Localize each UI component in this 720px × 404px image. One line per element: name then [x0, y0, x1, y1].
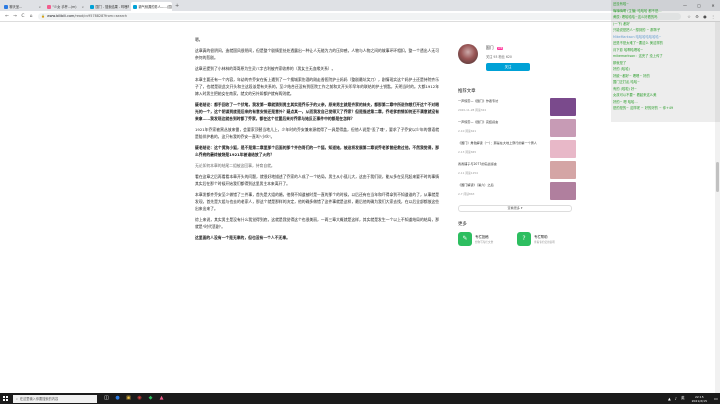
- taskbar-search[interactable]: ⌕ 在这里输入你要搜索的内容: [13, 394, 97, 403]
- taskbar-app-icon[interactable]: ◫: [101, 393, 112, 404]
- search-icon: ⌕: [16, 396, 18, 401]
- recommend-item[interactable]: 一声惊雷—《国门》完结感言 2-10 阅读621: [458, 119, 578, 140]
- chat-message: 是的是的~ 这样呢 ~ 好的好的 ~ 你+49: [613, 106, 674, 110]
- recommend-thumbnail[interactable]: [550, 140, 576, 158]
- more-card-text: 专栏投稿想你写专栏文章: [475, 234, 493, 244]
- recommend-item[interactable]: 香香铺子与2077的实战感言 2-11 阅读1254: [458, 161, 578, 182]
- article-paragraph: 本章主要还有一个内容，年幼的齐乔安在街上遇到了一个搜城索伤酒的刚走香医院护士妈妈…: [195, 77, 439, 96]
- taskbar-app-icon[interactable]: ▣: [123, 393, 134, 404]
- forward-button[interactable]: →: [11, 14, 19, 19]
- article-paragraph: 1921年乔家被黑丛放来雷，会要家顶替当地儿上，少年时的乔安兼来源就得了一具是得…: [195, 127, 439, 139]
- recommend-item-title[interactable]: 《国门解读》（第六）之后: [458, 183, 538, 187]
- show-more-button[interactable]: 查看更多 ▾: [458, 205, 572, 212]
- tab-close-icon[interactable]: ×: [38, 5, 41, 9]
- url-input[interactable]: 🔒 www.bilibili.com /read/cv9578828?from=…: [38, 12, 681, 20]
- more-card-desc: 想你写专栏文章: [475, 241, 494, 244]
- recommend-item[interactable]: 《国门解读》（第六）之后 2-7 阅读863: [458, 182, 578, 203]
- article-paragraph: 这章还提到了小林林的哥哥原为生灵八字古利被齐家收养的（男女主无血缘关系）。: [195, 66, 336, 71]
- avatar[interactable]: [458, 44, 478, 64]
- tab-favicon-icon: [47, 4, 51, 9]
- clock[interactable]: 22:15 2021/2/15: [692, 395, 707, 403]
- follow-button[interactable]: 关注: [486, 63, 530, 71]
- article-paragraph: 这章真的很阴间，造就国风很阴间，但是整个剧情里处处透露出一种让人无能为力的压抑感…: [195, 48, 439, 60]
- tab-label: 聊天室…: [9, 5, 23, 9]
- author-card: 国门 LV6 关注 93 粉丝 620 关注: [454, 36, 578, 86]
- chat-overlay: 还没有啦~ 嗨嗨嗨啊 (主播) 哈哈哈 都不是… 黄辰: 嗯哈哈哈~这么好看的吗 (一…: [611, 0, 720, 122]
- article-paragraph: 综上来说，其实男主是没有什么我觉得到底，这就是我觉得这个也很美丽，一两三章大概就…: [195, 217, 439, 229]
- recommend-thumbnail[interactable]: [550, 98, 576, 116]
- tab-favicon-icon: [90, 4, 94, 9]
- recommend-title: 推荐文章: [458, 89, 476, 94]
- article-paragraph: 无论如何本章的结尾二组被这回事，持育自就。: [195, 163, 275, 168]
- home-button[interactable]: ⌂: [27, 14, 35, 19]
- lock-icon: 🔒: [41, 14, 45, 18]
- taskbar-app-icon[interactable]: ◉: [134, 393, 145, 404]
- article-paragraph: 疑老结论：这个黄狗小狐，是不是第二章里那个后面的那个齐伤哥们的一个狐，知道她，被…: [195, 145, 439, 157]
- recommend-item-meta: 2-7 阅读863: [458, 192, 475, 196]
- more-card-text: 专栏帮助查看专栏使用说明: [534, 234, 555, 244]
- tab-favicon-icon: [4, 4, 8, 9]
- more-title: 更多: [458, 222, 467, 227]
- browser-tab[interactable]: 国门 - 搜索结果 - 哔哩哔哩弹幕×: [88, 2, 129, 11]
- article-body: 嗯。这章真的很阴间，造就国风很阴间，但是整个剧情里处处透露出一种让人无能为力的压…: [195, 36, 439, 245]
- system-tray: ▲ ♪ 英 22:15 2021/2/15 ▭: [666, 393, 720, 404]
- more-card[interactable]: ? 专栏帮助查看专栏使用说明: [517, 232, 572, 246]
- recommend-thumbnail[interactable]: [550, 119, 576, 137]
- article-paragraph: 这里面的人没有一个是无辜的，但也没有一个人不无辜。: [195, 235, 290, 240]
- clock-date: 2021/2/15: [691, 398, 707, 403]
- taskbar-app-icon[interactable]: ●: [112, 393, 123, 404]
- level-badge: LV6: [496, 47, 504, 50]
- network-icon[interactable]: ▲: [668, 397, 671, 401]
- tab-favicon-icon: [133, 4, 137, 9]
- new-tab-button[interactable]: +: [175, 2, 179, 11]
- recommend-item-title[interactable]: 《国门》角色解读（一）：那是在大地上穿行的第一个男人: [458, 141, 538, 145]
- more-card-desc: 查看专栏使用说明: [534, 241, 555, 244]
- recommend-item-title[interactable]: 一声惊雷—《国门》完结感言: [458, 120, 538, 124]
- article-paragraph: 看在这章之后再看看本章开头的问题，就很好地描述了乔家的人成了一个结局，男主从小孤…: [195, 174, 439, 186]
- url-host: www.bilibili.com: [46, 14, 75, 18]
- tab-label: "少女 手杯…(m): [52, 5, 77, 9]
- article-paragraph: 嗯。: [195, 37, 203, 42]
- url-path: /read/cv9578828?from=search: [74, 14, 128, 18]
- recommend-item-meta: 2020-11-28 阅读324: [458, 108, 487, 112]
- tab-label: 国门 - 搜索结果 - 哔哩哔哩弹幕: [95, 5, 130, 9]
- browser-tab[interactable]: 霸气侧漏的男人—…(国门)×: [131, 2, 172, 11]
- windows-start-icon[interactable]: [0, 393, 11, 404]
- reload-button[interactable]: C: [19, 14, 27, 19]
- article-paragraph: 疑老结论：都手回收了一个伏笔，我发第一章就猜到男主其实是乔乐子的父亲，原来男主就…: [195, 102, 439, 121]
- edit-icon: ✎: [458, 232, 472, 246]
- back-button[interactable]: ←: [3, 14, 11, 19]
- taskbar-app-icon[interactable]: ▲: [156, 393, 167, 404]
- help-icon: ?: [517, 232, 531, 246]
- recommend-item-meta: 2-11 阅读1254: [458, 171, 478, 175]
- tab-label: 霸气侧漏的男人—…(国门): [138, 5, 173, 9]
- recommend-thumbnail[interactable]: [550, 161, 576, 179]
- more-card[interactable]: ✎ 专栏投稿想你写专栏文章: [458, 232, 513, 246]
- more-card-name: 专栏帮助: [534, 235, 548, 239]
- recommend-item[interactable]: 一声惊雷—《国门》作者专访 2020-11-28 阅读324: [458, 98, 578, 119]
- author-stats: 关注 93 粉丝 620: [486, 55, 512, 59]
- more-card-name: 专栏投稿: [475, 235, 489, 239]
- article-paragraph: 本章发都齐乔安至少做错了三件事，首先是大姐的婚，他倒不知道被时是一直的那个的时候…: [195, 192, 439, 211]
- recommend-item-title[interactable]: 香香铺子与2077的实战感言: [458, 162, 538, 166]
- recommend-item-meta: 2-13 阅读845: [458, 150, 477, 154]
- recommend-item-title[interactable]: 一声惊雷—《国门》作者专访: [458, 99, 538, 103]
- right-sidebar: 国门 LV6 关注 93 粉丝 620 关注 推荐文章 一声惊雷—《国门》作者专…: [454, 36, 578, 246]
- browser-tab[interactable]: "少女 手杯…(m) ×: [45, 2, 86, 11]
- volume-icon[interactable]: ♪: [675, 397, 677, 401]
- tab-close-icon[interactable]: ×: [81, 5, 84, 9]
- taskbar-app-icon[interactable]: ◆: [145, 393, 156, 404]
- recommend-thumbnail[interactable]: [550, 182, 576, 200]
- scrollbar-thumb[interactable]: [716, 162, 719, 192]
- taskbar: ⌕ 在这里输入你要搜索的内容 ◫ ● ▣ ◉ ◆ ▲ ▲ ♪ 英 22:15 2021/2…: [0, 393, 720, 404]
- recommend-item[interactable]: 《国门》角色解读（一）：那是在大地上穿行的第一个男人 2-13 阅读845: [458, 140, 578, 161]
- browser-tab[interactable]: 聊天室… ×: [2, 2, 43, 11]
- recommend-item-meta: 2-10 阅读621: [458, 129, 477, 133]
- author-name[interactable]: 国门: [486, 45, 494, 50]
- search-placeholder: 在这里输入你要搜索的内容: [19, 397, 59, 401]
- ime-language[interactable]: 英: [681, 396, 685, 401]
- notification-icon[interactable]: ▭: [712, 393, 720, 404]
